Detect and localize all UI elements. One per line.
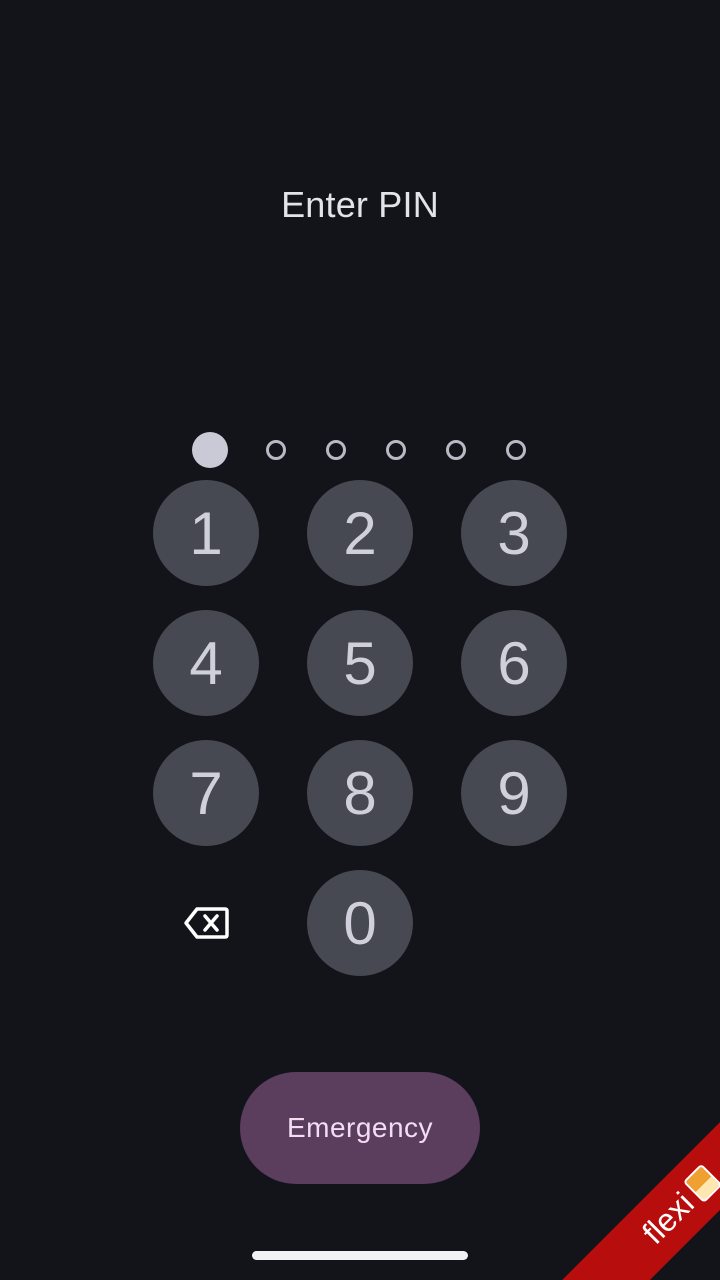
pin-dot-empty [446, 440, 466, 460]
page-title: Enter PIN [281, 184, 439, 225]
key-3-button[interactable]: 3 [461, 480, 567, 586]
pin-indicator [0, 430, 720, 470]
backspace-icon [184, 907, 229, 939]
pin-dot-empty [386, 440, 406, 460]
key-7-button[interactable]: 7 [153, 740, 259, 846]
key-1-button[interactable]: 1 [153, 480, 259, 586]
beer-mug-icon [683, 1163, 720, 1203]
pin-dot-empty [326, 440, 346, 460]
pin-dot-filled [192, 432, 228, 468]
key-0-button[interactable]: 0 [307, 870, 413, 976]
key-5-button[interactable]: 5 [307, 610, 413, 716]
pin-dot-empty [506, 440, 526, 460]
flexi-badge: flexi [559, 1085, 720, 1280]
key-6-button[interactable]: 6 [461, 610, 567, 716]
debug-ribbon: flexi [520, 1080, 720, 1280]
home-indicator[interactable] [252, 1251, 468, 1260]
key-4-button[interactable]: 4 [153, 610, 259, 716]
backspace-button[interactable] [153, 870, 259, 976]
key-9-button[interactable]: 9 [461, 740, 567, 846]
emergency-button[interactable]: Emergency [240, 1072, 480, 1184]
key-2-button[interactable]: 2 [307, 480, 413, 586]
key-8-button[interactable]: 8 [307, 740, 413, 846]
pin-dot-empty [266, 440, 286, 460]
flexi-badge-label: flexi [634, 1184, 701, 1251]
lock-screen: Enter PIN 1 2 3 4 5 6 7 8 9 0 Emergency … [0, 0, 720, 1280]
